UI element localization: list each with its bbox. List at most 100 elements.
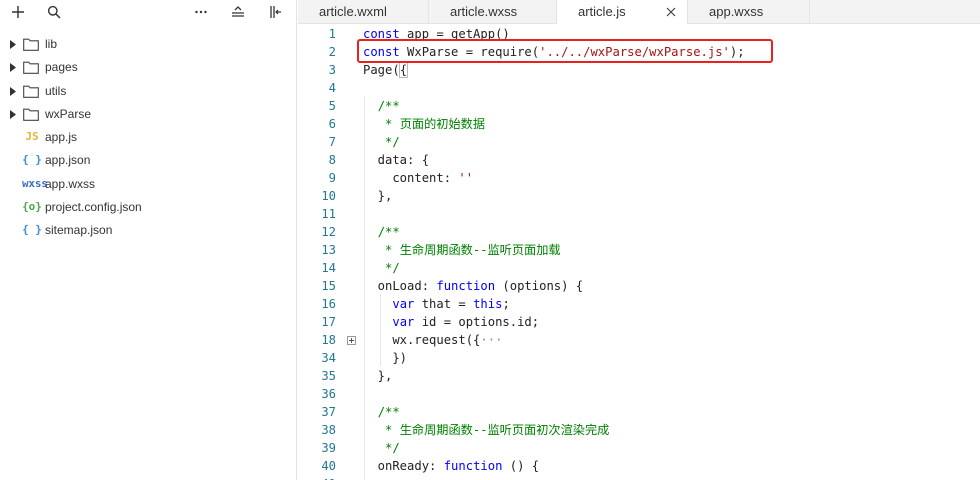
tree-item-label: app.wxss: [45, 176, 96, 191]
tree-folder-utils[interactable]: utils: [0, 80, 297, 103]
code-token: /**: [377, 405, 400, 419]
wxss-file-icon: wxss: [22, 176, 48, 190]
code-line[interactable]: 5 /**: [298, 97, 980, 115]
tree-file-app-json[interactable]: { } app.json: [0, 149, 297, 172]
code-token: * 生命周期函数--监听页面初次渲染完成: [385, 423, 610, 437]
expand-fold-icon[interactable]: [347, 336, 356, 345]
code-token: var: [392, 297, 415, 311]
tab-article-js[interactable]: article.js: [557, 0, 688, 25]
tab-app-wxss[interactable]: app.wxss: [688, 0, 810, 24]
tab-article-wxml[interactable]: article.wxml: [298, 0, 429, 24]
line-number: 18: [321, 333, 336, 347]
code-token: onLoad:: [363, 279, 437, 293]
code-line[interactable]: 18 wx.request({···: [298, 331, 980, 349]
folder-icon: [23, 108, 39, 121]
code-text: },: [363, 187, 393, 205]
code-text: /**: [363, 403, 400, 421]
tree-file-app-wxss[interactable]: wxss app.wxss: [0, 173, 297, 196]
tree-file-project-config[interactable]: {o} project.config.json: [0, 196, 297, 219]
line-number: 34: [321, 351, 336, 365]
code-line[interactable]: 40 onReady: function () {: [298, 457, 980, 475]
line-number: 41: [298, 475, 336, 480]
tab-article-wxss[interactable]: article.wxss: [429, 0, 557, 24]
line-number: 15: [321, 279, 336, 293]
split-icon[interactable]: [266, 3, 284, 21]
chevron-right-icon: [10, 86, 16, 96]
code-token: /**: [377, 99, 400, 113]
line-number: 38: [321, 423, 336, 437]
code-token: * 生命周期函数--监听页面加载: [385, 243, 561, 257]
code-line[interactable]: 16 var that = this;: [298, 295, 980, 313]
tree-folder-wxparse[interactable]: wxParse: [0, 103, 297, 126]
code-line[interactable]: 4: [298, 79, 980, 97]
code-line[interactable]: 36: [298, 385, 980, 403]
line-number: 9: [328, 171, 336, 185]
code-token: function: [436, 279, 496, 293]
json-file-icon: { }: [22, 153, 42, 167]
line-number: 10: [321, 189, 336, 203]
code-token: var: [392, 315, 415, 329]
tree-item-label: pages: [45, 60, 78, 75]
tree-item-label: app.js: [45, 130, 78, 145]
code-text: wx.request({···: [363, 331, 502, 349]
file-tree: lib pages utils wxParse JS app.js { } ap…: [0, 33, 297, 243]
code-editor[interactable]: 1 const app = getApp() 2 const WxParse = re…: [298, 24, 980, 480]
tree-folder-lib[interactable]: lib: [0, 33, 297, 56]
code-line[interactable]: 14 */: [298, 259, 980, 277]
code-line[interactable]: 37 /**: [298, 403, 980, 421]
line-number: 6: [328, 117, 336, 131]
code-line[interactable]: 6 * 页面的初始数据: [298, 115, 980, 133]
code-text: data: {: [363, 151, 429, 169]
code-text: /**: [363, 97, 400, 115]
line-number: 11: [321, 207, 336, 221]
chevron-right-icon: [10, 63, 16, 73]
tree-folder-pages[interactable]: pages: [0, 56, 297, 79]
code-line[interactable]: 9 content: '': [298, 169, 980, 187]
code-token: that =: [414, 297, 474, 311]
collapse-all-icon[interactable]: [229, 3, 247, 21]
code-line[interactable]: 35 },: [298, 367, 980, 385]
code-line[interactable]: 10 },: [298, 187, 980, 205]
code-text: * 生命周期函数--监听页面加载: [363, 241, 561, 259]
add-icon[interactable]: [9, 3, 27, 21]
line-number: 2: [328, 45, 336, 59]
code-line[interactable]: 3 Page({: [298, 61, 980, 79]
code-line[interactable]: 39 */: [298, 439, 980, 457]
code-line[interactable]: 13 * 生命周期函数--监听页面加载: [298, 241, 980, 259]
code-line[interactable]: 41: [298, 475, 980, 480]
code-line[interactable]: 7 */: [298, 133, 980, 151]
close-icon[interactable]: [665, 6, 677, 18]
line-number: 13: [321, 243, 336, 257]
line-number: 1: [328, 27, 336, 41]
code-line[interactable]: 17 var id = options.id;: [298, 313, 980, 331]
code-token: onReady:: [363, 459, 444, 473]
code-text: },: [363, 367, 393, 385]
code-line[interactable]: 11: [298, 205, 980, 223]
line-number: 36: [321, 387, 336, 401]
code-text: * 生命周期函数--监听页面初次渲染完成: [363, 421, 609, 439]
code-line[interactable]: 34 }): [298, 349, 980, 367]
code-line[interactable]: 15 onLoad: function (options) {: [298, 277, 980, 295]
search-icon[interactable]: [45, 3, 63, 21]
code-line[interactable]: 38 * 生命周期函数--监听页面初次渲染完成: [298, 421, 980, 439]
tree-file-app-js[interactable]: JS app.js: [0, 126, 297, 149]
code-line[interactable]: 8 data: {: [298, 151, 980, 169]
tab-label: article.wxml: [319, 4, 387, 19]
line-number: 17: [321, 315, 336, 329]
line-number: 39: [321, 441, 336, 455]
file-explorer: lib pages utils wxParse JS app.js { } ap…: [0, 0, 297, 480]
tab-label: article.wxss: [450, 4, 518, 19]
chevron-right-icon: [10, 40, 16, 49]
explorer-toolbar: [0, 0, 296, 24]
code-token: content:: [363, 171, 459, 185]
tree-file-sitemap-json[interactable]: { } sitemap.json: [0, 219, 297, 242]
more-icon[interactable]: [192, 3, 210, 21]
code-line[interactable]: 12 /**: [298, 223, 980, 241]
